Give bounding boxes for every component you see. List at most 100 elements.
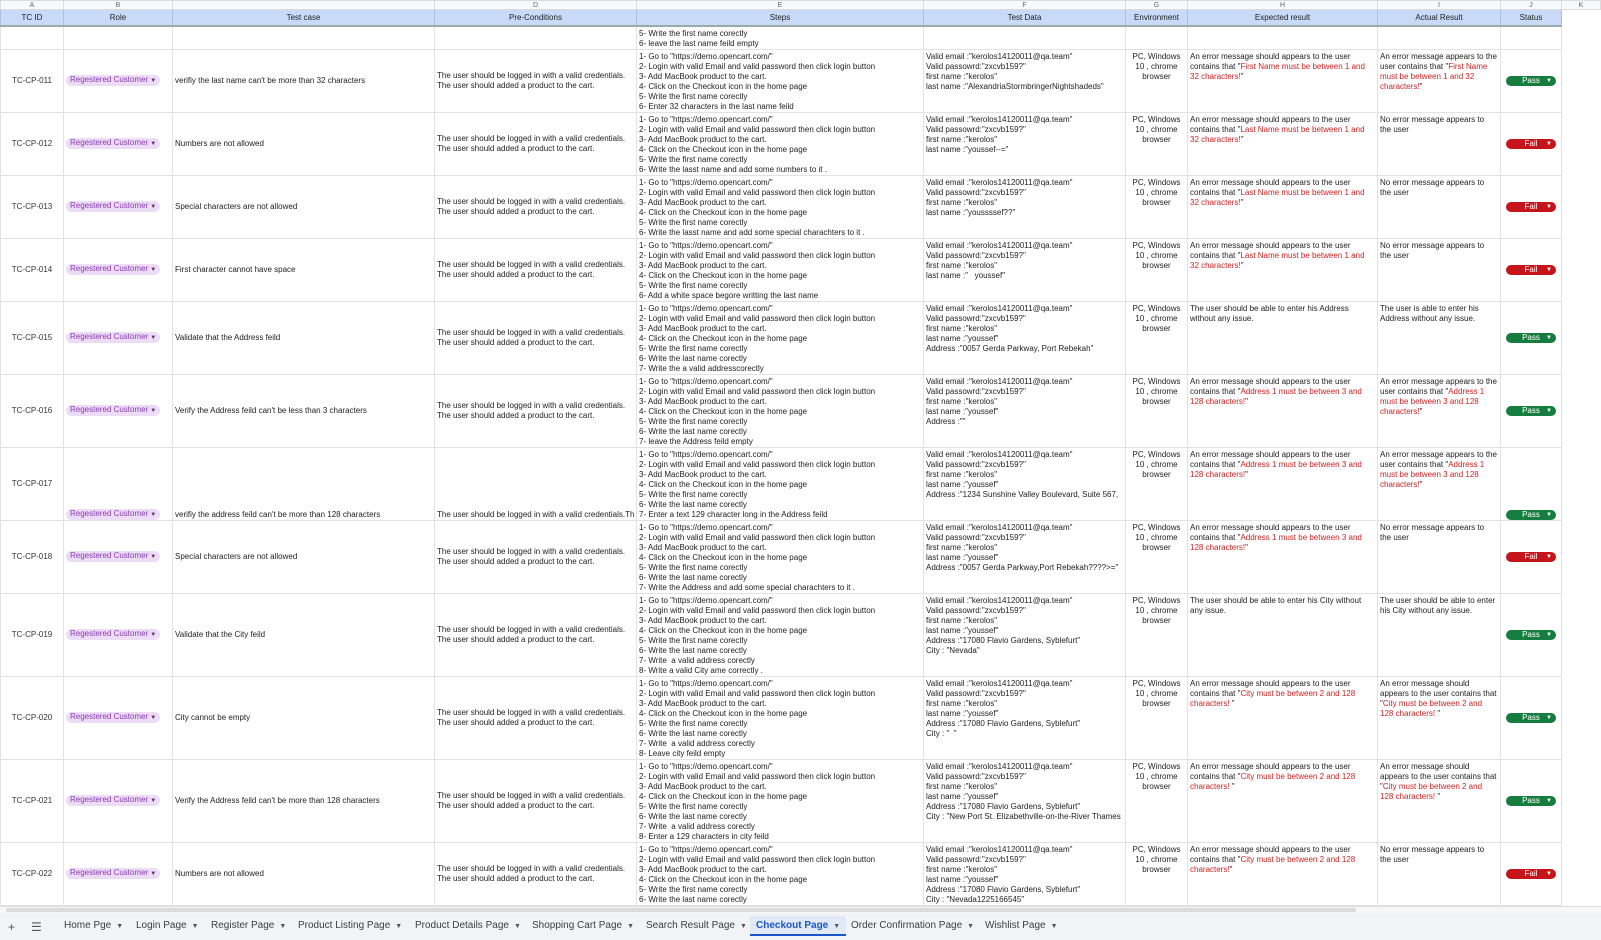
column-letter[interactable]: J	[1500, 0, 1562, 10]
status-cell[interactable]: Pass ▼	[1500, 592, 1562, 677]
role-chip[interactable]: Regestered Customer ▼	[66, 629, 161, 640]
status-cell[interactable]: Pass ▼	[1500, 675, 1562, 760]
role-chip[interactable]: Regestered Customer ▼	[66, 405, 161, 416]
test-case-cell[interactable]: Special characters are not allowed	[172, 174, 435, 239]
column-letter[interactable]	[172, 0, 435, 10]
test-data-cell[interactable]: Valid email :"kerolos14120011@qa.team" V…	[923, 675, 1126, 760]
status-badge[interactable]: Pass ▼	[1506, 712, 1556, 723]
actual-result-cell[interactable]: No error message appears to the user	[1377, 237, 1501, 302]
status-cell[interactable]: Pass ▼	[1500, 446, 1562, 521]
tc-id-cell[interactable]: TC-CP-014	[0, 237, 64, 302]
test-data-cell[interactable]: Valid email :"kerolos14120011@qa.team" V…	[923, 758, 1126, 843]
test-data-cell[interactable]: Valid email :"kerolos14120011@qa.team" V…	[923, 841, 1126, 906]
header-pre-conditions[interactable]: Pre-Conditions	[434, 9, 637, 27]
status-cell[interactable]: Fail ▼	[1500, 841, 1562, 906]
test-data-cell[interactable]: Valid email :"kerolos14120011@qa.team" V…	[923, 48, 1126, 113]
tc-id-cell[interactable]: TC-CP-016	[0, 373, 64, 448]
actual-result-cell[interactable]: No error message appears to the user	[1377, 519, 1501, 594]
test-case-cell[interactable]: Numbers are not allowed	[172, 841, 435, 906]
plus-icon[interactable]: +	[8, 920, 15, 934]
expected-result-cell[interactable]: The user should be able to enter his Cit…	[1187, 592, 1378, 677]
test-data-cell[interactable]: Valid email :"kerolos14120011@qa.team" V…	[923, 300, 1126, 375]
test-case-cell[interactable]: City cannot be empty	[172, 675, 435, 760]
column-letter[interactable]: F	[923, 0, 1126, 10]
status-badge[interactable]: Fail ▼	[1506, 138, 1556, 149]
role-chip[interactable]: Regestered Customer ▼	[66, 712, 161, 723]
test-case-cell[interactable]: Validate that the Address feild	[172, 300, 435, 375]
menu-icon[interactable]: ☰	[31, 920, 42, 934]
header-environment[interactable]: Environment	[1125, 9, 1188, 27]
expected-result-cell[interactable]: An error message should appears to the u…	[1187, 237, 1378, 302]
steps-cell[interactable]: 1- Go to "https://demo.opencart.com/" 2-…	[636, 373, 924, 448]
preconditions-cell[interactable]: The user should be logged in with a vali…	[434, 174, 637, 239]
steps-cell[interactable]: 1- Go to "https://demo.opencart.com/" 2-…	[636, 758, 924, 843]
environment-cell[interactable]: PC, Windows 10 , chrome browser	[1125, 841, 1188, 906]
environment-cell[interactable]: PC, Windows 10 , chrome browser	[1125, 111, 1188, 176]
test-case-cell[interactable]: verifiy the address feild can't be more …	[172, 446, 435, 521]
expected-result-cell[interactable]: The user should be able to enter his Add…	[1187, 300, 1378, 375]
preconditions-cell[interactable]: The user should be logged in with a vali…	[434, 592, 637, 677]
tc-id-cell[interactable]: TC-CP-021	[0, 758, 64, 843]
status-badge[interactable]: Pass ▼	[1506, 509, 1556, 519]
role-cell[interactable]: Regestered Customer ▼	[63, 592, 173, 677]
preconditions-cell[interactable]: The user should be logged in with a vali…	[434, 48, 637, 113]
status-badge[interactable]: Fail ▼	[1506, 264, 1556, 275]
role-chip[interactable]: Regestered Customer ▼	[66, 795, 161, 806]
role-cell[interactable]: Regestered Customer ▼	[63, 111, 173, 176]
tc-id-cell[interactable]: TC-CP-013	[0, 174, 64, 239]
tab-checkout-page[interactable]: Checkout Page ▼	[750, 916, 847, 936]
role-chip[interactable]: Regestered Customer ▼	[66, 551, 161, 562]
test-data-cell[interactable]: Valid email :"kerolos14120011@qa.team" V…	[923, 446, 1126, 521]
expected-result-cell[interactable]: An error message should appears to the u…	[1187, 446, 1378, 521]
column-letter[interactable]: G	[1125, 0, 1188, 10]
test-case-cell[interactable]: Verify the Address feild can't be more t…	[172, 758, 435, 843]
role-cell[interactable]: Regestered Customer ▼	[63, 446, 173, 521]
status-cell[interactable]: Pass ▼	[1500, 48, 1562, 113]
status-badge[interactable]: Pass ▼	[1506, 795, 1556, 806]
column-letter[interactable]: E	[636, 0, 924, 10]
tc-id-cell[interactable]: TC-CP-011	[0, 48, 64, 113]
status-badge[interactable]: Fail ▼	[1506, 201, 1556, 212]
role-cell[interactable]: Regestered Customer ▼	[63, 841, 173, 906]
header-tc-id[interactable]: TC ID	[0, 9, 64, 27]
expected-result-cell[interactable]: An error message should appears to the u…	[1187, 675, 1378, 760]
steps-cell[interactable]: 1- Go to "https://demo.opencart.com/" 2-…	[636, 48, 924, 113]
environment-cell[interactable]: PC, Windows 10 , chrome browser	[1125, 758, 1188, 843]
test-case-cell[interactable]: Numbers are not allowed	[172, 111, 435, 176]
actual-result-cell[interactable]: No error message appears to the user	[1377, 841, 1501, 906]
column-letter[interactable]: K	[1561, 0, 1601, 10]
tab-product-details-page[interactable]: Product Details Page ▼	[409, 916, 527, 936]
tab-search-result-page[interactable]: Search Result Page ▼	[640, 916, 753, 936]
actual-result-cell[interactable]: An error message appears to the user con…	[1377, 446, 1501, 521]
test-case-cell[interactable]: Validate that the City feild	[172, 592, 435, 677]
role-chip[interactable]: Regestered Customer ▼	[66, 75, 161, 86]
actual-result-cell[interactable]: The user should be able to enter his Cit…	[1377, 592, 1501, 677]
tc-id-cell[interactable]: TC-CP-019	[0, 592, 64, 677]
status-badge[interactable]: Fail ▼	[1506, 551, 1556, 562]
test-data-cell[interactable]: Valid email :"kerolos14120011@qa.team" V…	[923, 592, 1126, 677]
actual-result-cell[interactable]: No error message appears to the user	[1377, 174, 1501, 239]
preconditions-cell[interactable]: The user should be logged in with a vali…	[434, 841, 637, 906]
tc-id-cell[interactable]: TC-CP-020	[0, 675, 64, 760]
preconditions-cell[interactable]: The user should be logged in with a vali…	[434, 519, 637, 594]
status-cell[interactable]: Fail ▼	[1500, 237, 1562, 302]
column-letter[interactable]: A	[0, 0, 64, 10]
expected-result-cell[interactable]: An error message should appears to the u…	[1187, 111, 1378, 176]
preconditions-cell[interactable]: The user should be logged in with a vali…	[434, 675, 637, 760]
tab-home-pge[interactable]: Home Pge ▼	[58, 916, 129, 936]
role-cell[interactable]: Regestered Customer ▼	[63, 373, 173, 448]
header-steps[interactable]: Steps	[636, 9, 924, 27]
tab-register-page[interactable]: Register Page ▼	[205, 916, 292, 936]
environment-cell[interactable]: PC, Windows 10 , chrome browser	[1125, 592, 1188, 677]
header-status[interactable]: Status	[1500, 9, 1562, 27]
test-data-cell[interactable]: Valid email :"kerolos14120011@qa.team" V…	[923, 519, 1126, 594]
role-cell[interactable]: Regestered Customer ▼	[63, 300, 173, 375]
steps-cell[interactable]: 1- Go to "https://demo.opencart.com/" 2-…	[636, 519, 924, 594]
environment-cell[interactable]: PC, Windows 10 , chrome browser	[1125, 373, 1188, 448]
test-case-cell[interactable]: Special characters are not allowed	[172, 519, 435, 594]
status-cell[interactable]: Fail ▼	[1500, 174, 1562, 239]
preconditions-cell[interactable]: The user should be logged in with a vali…	[434, 237, 637, 302]
role-cell[interactable]: Regestered Customer ▼	[63, 48, 173, 113]
role-cell[interactable]: Regestered Customer ▼	[63, 675, 173, 760]
environment-cell[interactable]: PC, Windows 10 , chrome browser	[1125, 300, 1188, 375]
